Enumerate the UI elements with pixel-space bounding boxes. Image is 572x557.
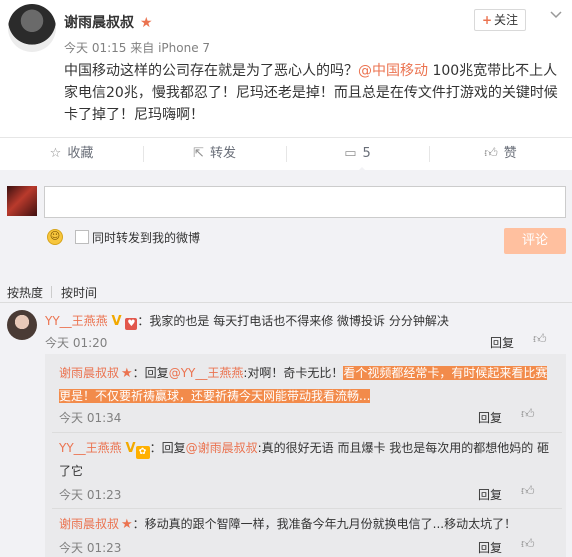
reply-text: YY__王燕燕 V ✿ ：回复@谢雨晨叔叔:真的很好无语 而且爆卡 我也是每次用的都… bbox=[59, 437, 559, 482]
author-avatar[interactable] bbox=[8, 4, 56, 52]
forward-icon: ⇱ bbox=[193, 146, 204, 161]
badge-icon: ✿ bbox=[135, 446, 150, 459]
highlighted-text: 更是！不仅要祈祷赢球，还要祈祷今天网能带动我看流畅... bbox=[59, 389, 371, 403]
post-text: 中国移动这样的公司存在就是为了恶心人的吗？@中国移动 100兆宽带比不上人家电信… bbox=[64, 60, 564, 126]
reply-time: 今天 01:23 bbox=[59, 488, 122, 502]
thumbs-up-icon[interactable]: 👍︎ bbox=[521, 484, 535, 499]
reply-button[interactable]: 回复 bbox=[490, 334, 514, 351]
reply-button[interactable]: 回复 bbox=[478, 539, 502, 556]
verified-v-icon: V bbox=[125, 441, 136, 456]
thumbs-up-icon: 👍︎ bbox=[484, 146, 498, 161]
commenter-name[interactable]: YY__王燕燕 bbox=[45, 314, 108, 328]
reply-divider bbox=[52, 432, 562, 433]
commenter-avatar[interactable] bbox=[7, 310, 37, 340]
sort-divider bbox=[51, 286, 52, 298]
comment-body: ：我家的也是 每天打电话也不得来修 微博投诉 分分钟解决 bbox=[137, 314, 449, 328]
member-star-icon: ★ bbox=[121, 366, 133, 381]
reply-body-cont: 了它 bbox=[59, 464, 84, 478]
comment-button[interactable]: ▭ 5 bbox=[286, 138, 429, 170]
like-button[interactable]: 👍︎ 赞 bbox=[429, 138, 572, 170]
post-source[interactable]: iPhone 7 bbox=[158, 41, 210, 55]
reply-prefix: ：回复 bbox=[149, 441, 186, 455]
reply-mention-link[interactable]: @谢雨晨叔叔 bbox=[186, 441, 258, 455]
reply-time: 今天 01:23 bbox=[59, 541, 122, 555]
reply-button[interactable]: 回复 bbox=[478, 409, 502, 426]
reply-text: 谢雨晨叔叔 ★：回复@YY__王燕燕:对啊！奇卡无比！看个视频都经常卡，有时候起来… bbox=[59, 362, 559, 407]
comment-time: 今天 01:20 bbox=[45, 336, 108, 350]
reply-body: :真的很好无语 而且爆卡 我也是每次用的都想他妈的 砸 bbox=[257, 441, 550, 455]
forward-checkbox-label[interactable]: 同时转发到我的微博 bbox=[92, 229, 200, 246]
post-author[interactable]: 谢雨晨叔叔 ★ bbox=[64, 12, 153, 32]
submit-comment-button[interactable]: 评论 bbox=[504, 228, 566, 254]
comment-input[interactable] bbox=[44, 186, 566, 218]
reply-author[interactable]: 谢雨晨叔叔 bbox=[59, 366, 119, 380]
follow-button[interactable]: + 关注 bbox=[474, 9, 526, 31]
forward-label: 转发 bbox=[209, 146, 236, 161]
plus-icon: + bbox=[481, 13, 493, 27]
verified-v-icon: V bbox=[111, 314, 122, 329]
post-mention-link[interactable]: @中国移动 bbox=[358, 63, 428, 79]
sort-by-hot-tab[interactable]: 按热度 bbox=[7, 284, 43, 301]
member-star-icon: ★ bbox=[140, 15, 153, 31]
thumbs-up-icon[interactable]: 👍︎ bbox=[533, 332, 547, 347]
reply-body: ：移动真的跟个智障一样，我准备今年九月份就换电信了...移动太坑了！ bbox=[132, 517, 517, 531]
chevron-down-icon[interactable] bbox=[548, 8, 564, 24]
post-action-bar: ☆ 收藏 ⇱ 转发 ▭ 5 👍︎ 赞 bbox=[0, 137, 572, 171]
reply-prefix: ：回复 bbox=[132, 366, 169, 380]
author-name[interactable]: 谢雨晨叔叔 bbox=[64, 15, 134, 31]
post-time[interactable]: 今天 01:15 bbox=[64, 41, 126, 55]
reply-button[interactable]: 回复 bbox=[478, 486, 502, 503]
reply-body: :对啊！奇卡无比！ bbox=[243, 366, 344, 380]
reply-text: 谢雨晨叔叔 ★：移动真的跟个智障一样，我准备今年九月份就换电信了...移动太坑了！ bbox=[59, 513, 559, 536]
emoji-icon[interactable]: ☺ bbox=[47, 229, 63, 245]
reply-time: 今天 01:34 bbox=[59, 411, 122, 425]
thumbs-up-icon[interactable]: 👍︎ bbox=[521, 537, 535, 552]
comment-text: YY__王燕燕 V ♥ ：我家的也是 每天打电话也不得来修 微博投诉 分分钟解决 bbox=[45, 312, 449, 331]
member-star-icon: ★ bbox=[121, 517, 133, 532]
my-avatar[interactable] bbox=[7, 186, 37, 216]
collect-button[interactable]: ☆ 收藏 bbox=[0, 138, 143, 170]
post-meta: 今天 01:15 来自 iPhone 7 bbox=[64, 39, 210, 56]
reply-divider bbox=[52, 508, 562, 509]
reply-author[interactable]: YY__王燕燕 bbox=[59, 441, 122, 455]
sort-by-time-tab[interactable]: 按时间 bbox=[61, 284, 97, 301]
forward-checkbox[interactable] bbox=[75, 230, 89, 244]
red-badge-icon: ♥ bbox=[125, 318, 138, 330]
highlighted-text: 看个视频都经常卡，有时候起来看比赛 bbox=[343, 366, 548, 380]
thumbs-up-icon[interactable]: 👍︎ bbox=[521, 407, 535, 422]
forward-button[interactable]: ⇱ 转发 bbox=[143, 138, 286, 170]
sort-underline bbox=[0, 302, 572, 303]
star-outline-icon: ☆ bbox=[49, 146, 62, 161]
collect-label: 收藏 bbox=[67, 146, 94, 161]
follow-label: 关注 bbox=[494, 13, 519, 27]
like-label: 赞 bbox=[503, 146, 517, 161]
comment-icon: ▭ bbox=[344, 146, 357, 161]
post-text-part1: 中国移动这样的公司存在就是为了恶心人的吗？ bbox=[64, 63, 358, 79]
source-prefix: 来自 bbox=[130, 41, 155, 55]
reply-author[interactable]: 谢雨晨叔叔 bbox=[59, 517, 119, 531]
comment-caret bbox=[356, 167, 368, 173]
comment-count: 5 bbox=[362, 146, 371, 161]
reply-mention-link[interactable]: @YY__王燕燕 bbox=[169, 366, 244, 380]
